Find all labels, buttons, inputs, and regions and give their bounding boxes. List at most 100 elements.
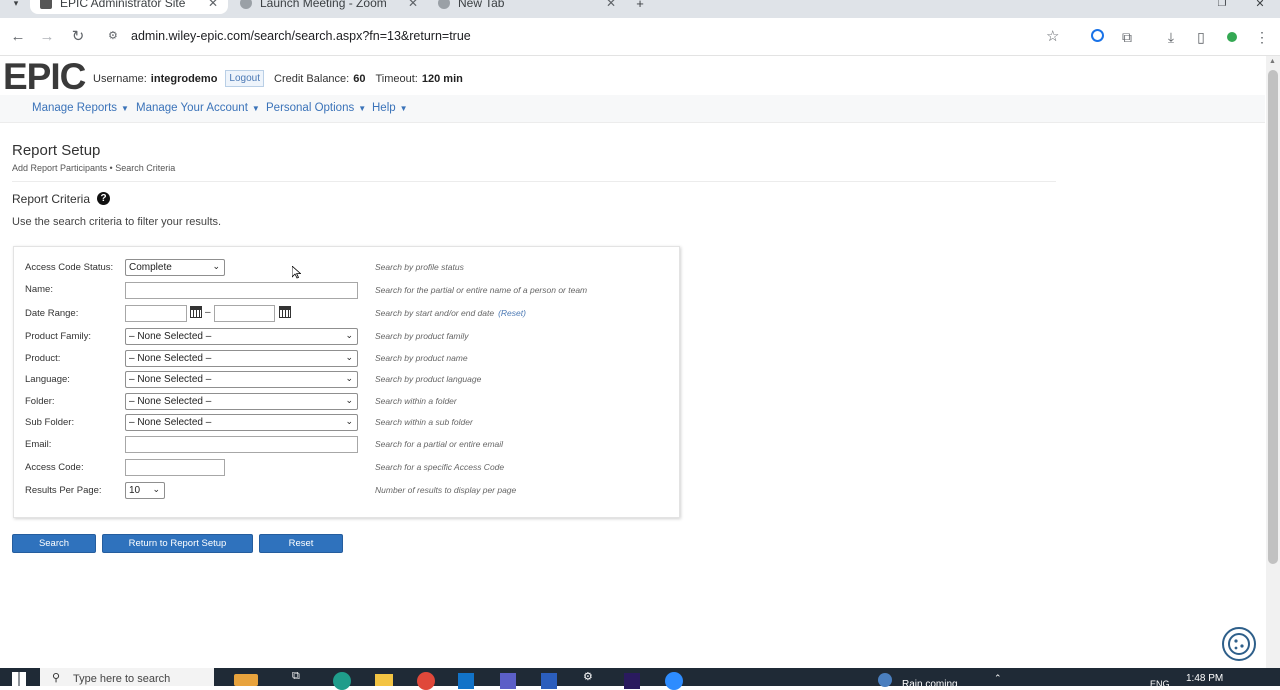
return-to-report-setup-button[interactable]: Return to Report Setup	[102, 534, 253, 553]
username-value: integrodemo	[150, 72, 218, 85]
site-info-icon[interactable]: ⚙	[108, 29, 118, 42]
product-select[interactable]: – None Selected – ⌄	[125, 350, 358, 367]
word-icon[interactable]	[541, 673, 557, 689]
briefcase-icon[interactable]	[234, 674, 258, 686]
access-code-status-label: Access Code Status:	[25, 262, 114, 273]
access-code-input[interactable]	[125, 459, 225, 476]
date-reset-link[interactable]: (Reset)	[498, 308, 526, 318]
taskbar-search-input[interactable]: ⚲ Type here to search	[40, 668, 214, 686]
language-select[interactable]: – None Selected – ⌄	[125, 371, 358, 388]
address-bar[interactable]: ⚙ admin.wiley-epic.com/search/search.asp…	[100, 23, 1075, 51]
main-menu: Manage Reports ▼ Manage Your Account ▼ Per…	[0, 95, 1265, 123]
help-icon[interactable]: ?	[97, 192, 110, 205]
language-indicator[interactable]: ENG	[1150, 679, 1170, 689]
email-input[interactable]	[125, 436, 358, 453]
credit-balance-value: 60	[353, 72, 366, 85]
search-button[interactable]: Search	[12, 534, 96, 553]
tab-new-tab[interactable]: New Tab ✕	[428, 0, 626, 14]
profile-avatar-icon[interactable]	[1222, 27, 1242, 47]
close-icon[interactable]: ✕	[408, 0, 418, 10]
chevron-down-icon: ⌄	[345, 395, 353, 405]
close-window-button[interactable]: ✕	[1250, 0, 1270, 14]
start-date-input[interactable]	[125, 305, 187, 322]
premiere-icon[interactable]	[624, 673, 640, 689]
tab-epic-admin[interactable]: EPIC Administrator Site ✕	[30, 0, 228, 14]
access-code-hint: Search for a specific Access Code	[375, 462, 505, 472]
product-hint: Search by product name	[375, 353, 468, 363]
weather-text[interactable]: Rain coming	[902, 679, 958, 690]
forward-button[interactable]: →	[37, 27, 57, 47]
date-range-label: Date Range:	[25, 308, 79, 319]
side-panel-icon[interactable]: ▯	[1191, 27, 1211, 47]
restore-window-button[interactable]: ❐	[1212, 0, 1232, 14]
chevron-down-icon: ⌄	[345, 416, 353, 426]
section-subtitle: Use the search criteria to filter your r…	[12, 216, 222, 228]
site-favicon-icon	[40, 0, 52, 9]
language-hint: Search by product language	[375, 374, 482, 384]
windows-start-icon[interactable]	[12, 672, 26, 686]
reset-button[interactable]: Reset	[259, 534, 343, 553]
password-manager-icon[interactable]	[1087, 27, 1107, 47]
reload-button[interactable]: ↻	[68, 27, 88, 47]
sub-folder-hint: Search within a sub folder	[375, 417, 473, 427]
file-explorer-icon[interactable]	[375, 674, 393, 686]
arrow-left-icon: ←	[10, 28, 26, 45]
clock-time[interactable]: 1:48 PM	[1186, 673, 1223, 684]
results-per-page-select[interactable]: 10 ⌄	[125, 482, 165, 499]
logout-button[interactable]: Logout	[225, 70, 265, 87]
settings-gear-icon[interactable]: ⚙	[583, 670, 593, 683]
criteria-panel: Access Code Status: Complete ⌄ Search by…	[13, 246, 680, 518]
menu-manage-reports[interactable]: Manage Reports ▼	[32, 102, 129, 114]
date-range-hint: Search by start and/or end date (Reset)	[375, 308, 526, 318]
product-family-label: Product Family:	[25, 331, 91, 342]
task-view-icon[interactable]: ⧉	[292, 670, 300, 683]
plus-icon: +	[636, 0, 644, 11]
restore-icon: ❐	[1217, 0, 1227, 9]
name-hint: Search for the partial or entire name of…	[375, 285, 588, 295]
extensions-icon[interactable]: ⧉	[1117, 27, 1137, 47]
product-family-hint: Search by product family	[375, 331, 469, 341]
calendar-icon[interactable]	[190, 306, 202, 318]
mouse-cursor-icon	[292, 266, 301, 279]
name-input[interactable]	[125, 282, 358, 299]
close-icon[interactable]: ✕	[606, 0, 616, 10]
folder-hint: Search within a folder	[375, 396, 457, 406]
teams-icon[interactable]	[500, 673, 516, 689]
folder-select[interactable]: – None Selected – ⌄	[125, 393, 358, 410]
chevron-up-icon[interactable]: ⌃	[994, 673, 1002, 684]
url-text: admin.wiley-epic.com/search/search.aspx?…	[131, 29, 471, 43]
menu-help[interactable]: Help ▼	[372, 102, 408, 114]
cookie-settings-button[interactable]	[1222, 627, 1256, 661]
bookmark-star-icon[interactable]: ☆	[1046, 27, 1059, 45]
back-button[interactable]: ←	[8, 27, 28, 47]
os-taskbar: ⚲ Type here to search ⧉ ⚙ Rain coming ⌃ …	[0, 668, 1280, 690]
username-label: Username:	[93, 72, 147, 85]
chevron-down-icon: ⌄	[152, 484, 160, 494]
menu-personal-options[interactable]: Personal Options ▼	[266, 102, 366, 114]
scrollbar-thumb[interactable]	[1268, 70, 1278, 564]
cookie-icon	[1228, 633, 1250, 655]
scroll-up-icon[interactable]: ▲	[1269, 58, 1276, 65]
chrome-icon[interactable]	[417, 672, 435, 690]
edge-icon[interactable]	[333, 672, 351, 690]
menu-manage-account[interactable]: Manage Your Account ▼	[136, 102, 260, 114]
caret-down-icon: ▼	[121, 104, 129, 113]
download-icon[interactable]: ⤓	[1161, 27, 1181, 47]
product-label: Product:	[25, 353, 61, 364]
more-menu-icon[interactable]: ⋮	[1252, 27, 1272, 47]
tab-zoom[interactable]: Launch Meeting - Zoom ✕	[230, 0, 428, 14]
calendar-icon[interactable]	[279, 306, 291, 318]
zoom-icon[interactable]	[665, 672, 683, 690]
new-tab-button[interactable]: +	[630, 0, 650, 14]
close-icon[interactable]: ✕	[208, 0, 218, 10]
tab-list-button[interactable]: ▾	[4, 0, 28, 14]
sub-folder-label: Sub Folder:	[25, 417, 75, 428]
outlook-icon[interactable]	[458, 673, 474, 689]
sub-folder-select[interactable]: – None Selected – ⌄	[125, 414, 358, 431]
email-label: Email:	[25, 439, 52, 450]
end-date-input[interactable]	[214, 305, 275, 322]
access-code-label: Access Code:	[25, 462, 84, 473]
product-family-select[interactable]: – None Selected – ⌄	[125, 328, 358, 345]
tab-title: EPIC Administrator Site	[60, 0, 186, 10]
access-code-status-select[interactable]: Complete ⌄	[125, 259, 225, 276]
